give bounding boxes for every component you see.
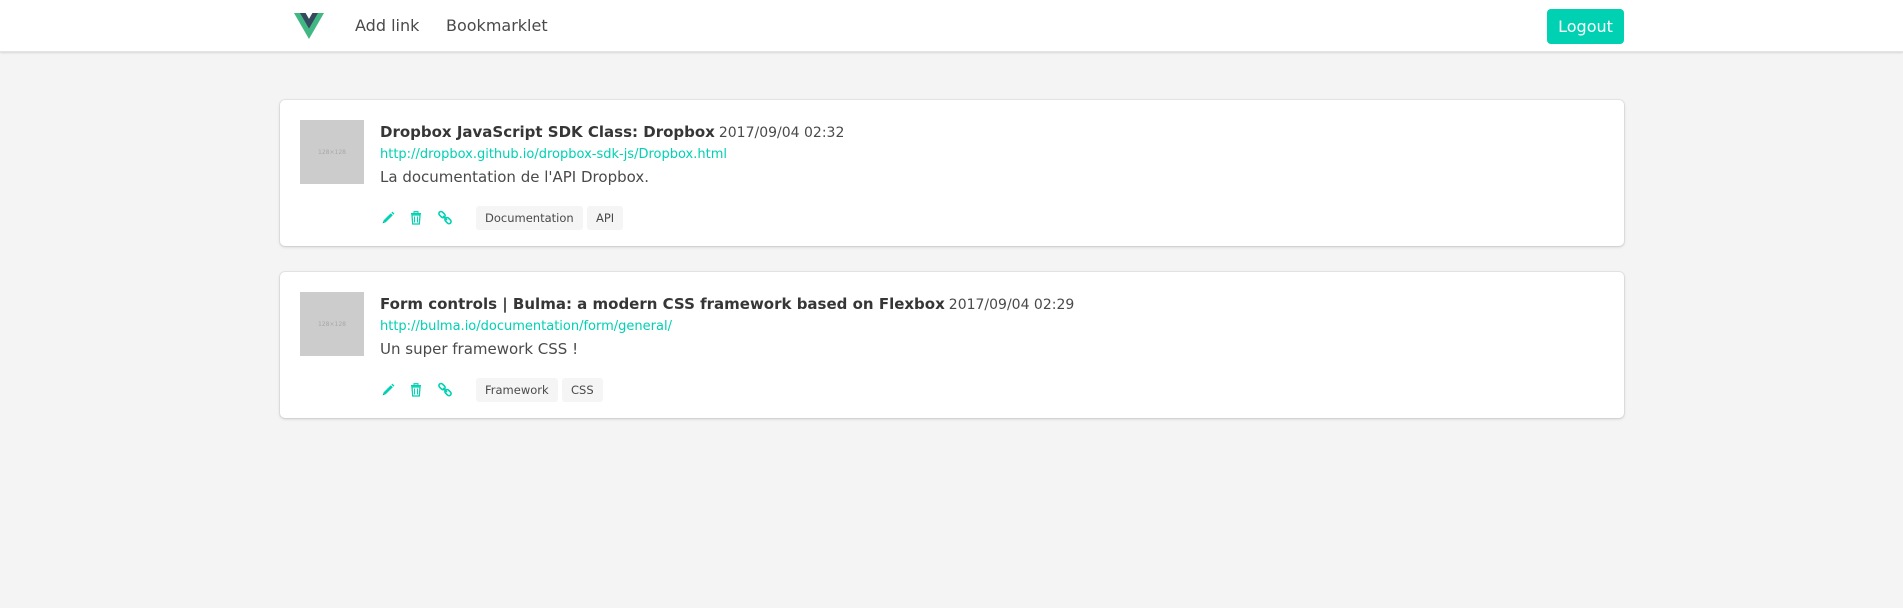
link-title: Form controls | Bulma: a modern CSS fram…: [380, 295, 945, 313]
link-thumbnail: 128×128: [300, 292, 364, 356]
link-date: 2017/09/04 02:32: [718, 125, 845, 141]
link-url[interactable]: http://bulma.io/documentation/form/gener…: [380, 319, 1604, 335]
add-link-nav[interactable]: Add link: [355, 16, 419, 36]
link-content: Dropbox JavaScript SDK Class: Dropbox 201…: [380, 122, 1604, 186]
tag[interactable]: Framework: [476, 378, 558, 402]
link-thumbnail: 128×128: [300, 120, 364, 184]
tag[interactable]: Documentation: [476, 206, 583, 230]
thumbnail-placeholder-text: 128×128: [318, 320, 346, 328]
logout-button[interactable]: Logout: [1547, 9, 1624, 44]
link-date: 2017/09/04 02:29: [948, 297, 1075, 313]
navbar: Add link Bookmarklet Logout: [0, 0, 1903, 52]
vue-logo-icon[interactable]: [293, 13, 325, 39]
pencil-icon[interactable]: [380, 382, 396, 398]
trash-icon[interactable]: [408, 210, 424, 226]
link-content: Form controls | Bulma: a modern CSS fram…: [380, 294, 1604, 358]
pencil-icon[interactable]: [380, 210, 396, 226]
bookmarklet-nav[interactable]: Bookmarklet: [446, 16, 548, 36]
tag[interactable]: CSS: [562, 378, 603, 402]
link-title: Dropbox JavaScript SDK Class: Dropbox: [380, 123, 715, 141]
link-card: 128×128 Form controls | Bulma: a modern …: [280, 272, 1624, 418]
link-card: 128×128 Dropbox JavaScript SDK Class: Dr…: [280, 100, 1624, 246]
link-url[interactable]: http://dropbox.github.io/dropbox-sdk-js/…: [380, 147, 1604, 163]
link-icon[interactable]: [437, 210, 453, 226]
link-icon[interactable]: [437, 382, 453, 398]
tag[interactable]: API: [587, 206, 624, 230]
thumbnail-placeholder-text: 128×128: [318, 148, 346, 156]
link-title-line: Dropbox JavaScript SDK Class: Dropbox 201…: [380, 122, 1604, 143]
link-description: La documentation de l'API Dropbox.: [380, 168, 649, 186]
trash-icon[interactable]: [408, 382, 424, 398]
navbar-container: Add link Bookmarklet Logout: [280, 0, 1624, 52]
link-description: Un super framework CSS !: [380, 340, 579, 358]
link-title-line: Form controls | Bulma: a modern CSS fram…: [380, 294, 1604, 315]
